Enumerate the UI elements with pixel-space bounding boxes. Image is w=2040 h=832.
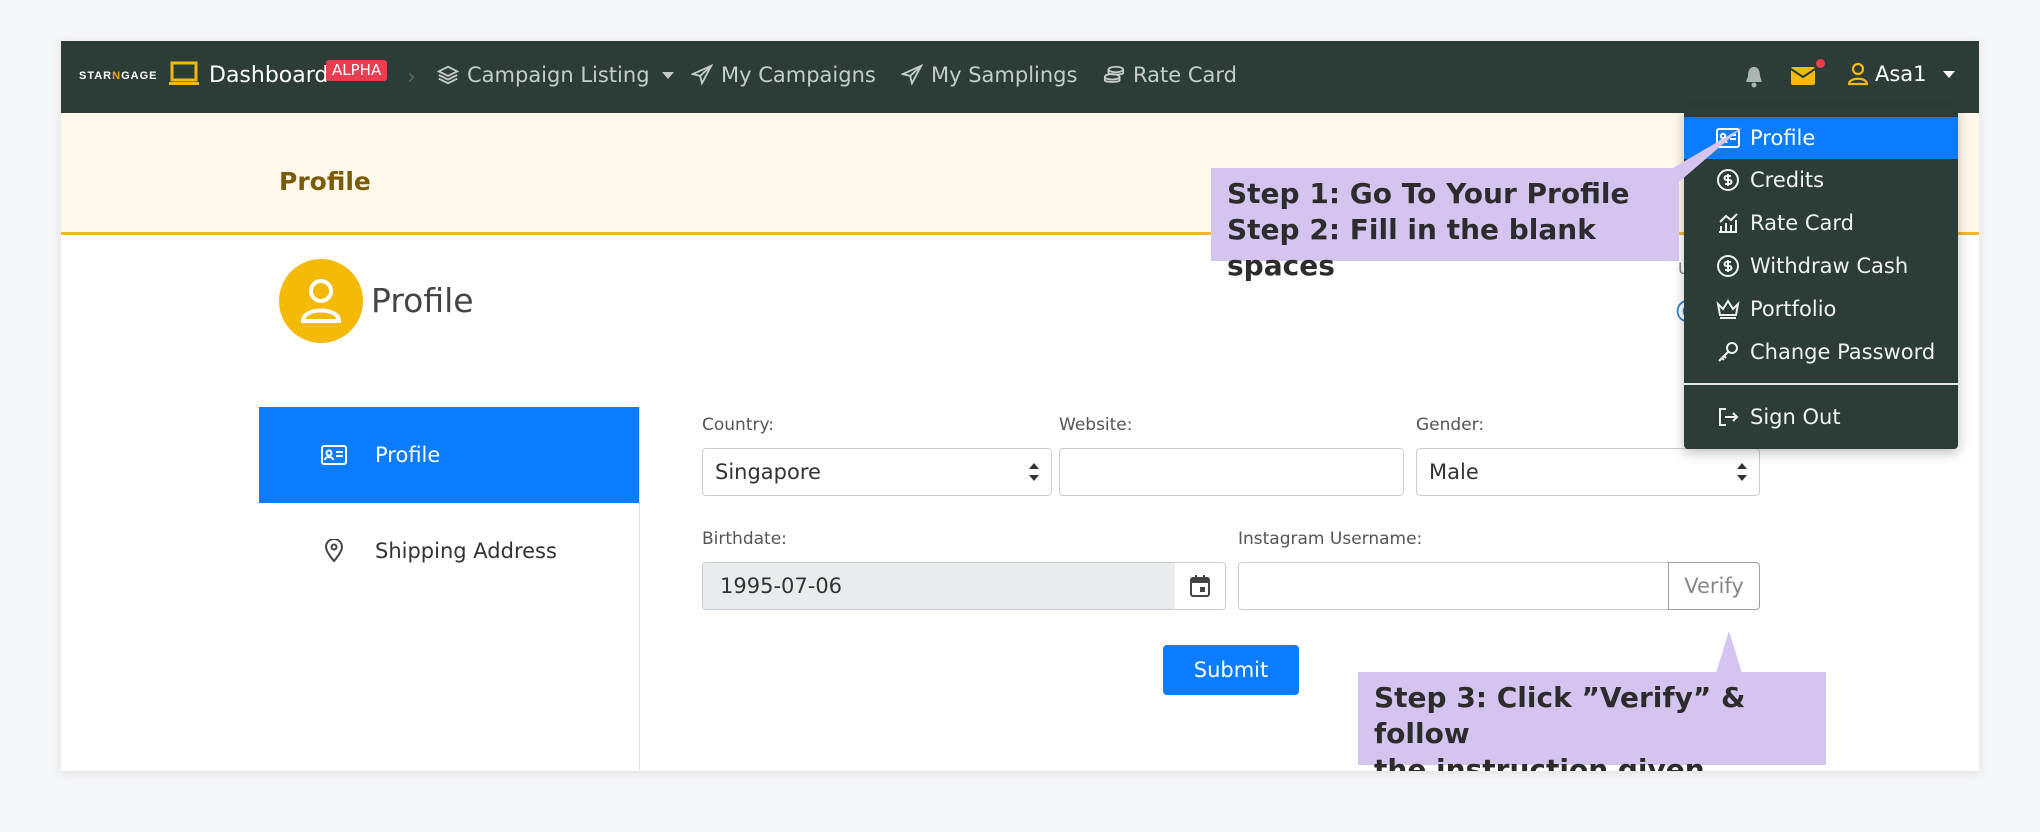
- nav-campaign-listing[interactable]: Campaign Listing: [437, 63, 674, 87]
- sign-out-icon: [1719, 408, 1739, 426]
- country-label: Country:: [702, 415, 775, 435]
- dropdown-divider: [1684, 383, 1958, 385]
- paper-plane-icon: [901, 64, 923, 86]
- nav-rate-card[interactable]: Rate Card: [1103, 63, 1237, 87]
- website-field[interactable]: [1059, 448, 1404, 496]
- user-icon: [1847, 62, 1869, 86]
- starngage-logo[interactable]: STARNGAGE: [79, 70, 158, 82]
- dropdown-item-change-password[interactable]: Change Password: [1684, 331, 1958, 373]
- birthdate-field[interactable]: 1995-07-06: [702, 562, 1176, 610]
- profile-heading: Profile: [371, 281, 474, 320]
- user-menu-toggle[interactable]: Asa1: [1847, 62, 1955, 86]
- app-window: STARNGAGE Dashboard ALPHA › Campaign Lis…: [61, 41, 1979, 771]
- instagram-label: Instagram Username:: [1238, 529, 1423, 549]
- dollar-circle-icon: [1717, 255, 1739, 277]
- callout-pointer: [1673, 127, 1743, 187]
- user-icon: [300, 279, 342, 323]
- id-card-icon: [321, 445, 347, 465]
- dropdown-item-withdraw-cash[interactable]: Withdraw Cash: [1684, 245, 1958, 287]
- profile-side-menu: Profile Shipping Address: [259, 407, 640, 771]
- laptop-icon: [169, 61, 199, 85]
- side-item-shipping-address[interactable]: Shipping Address: [259, 503, 639, 599]
- alpha-badge: ALPHA: [326, 60, 388, 81]
- mail-icon[interactable]: [1791, 67, 1815, 85]
- calendar-icon: [1190, 575, 1210, 597]
- calendar-button[interactable]: [1175, 562, 1226, 610]
- dropdown-item-sign-out[interactable]: Sign Out: [1684, 396, 1958, 438]
- top-navbar: STARNGAGE Dashboard ALPHA › Campaign Lis…: [61, 41, 1979, 113]
- layers-icon: [437, 65, 459, 85]
- side-item-profile[interactable]: Profile: [259, 407, 639, 503]
- key-icon: [1718, 342, 1738, 362]
- nav-my-campaigns[interactable]: My Campaigns: [691, 63, 876, 87]
- notification-dot: [1816, 59, 1825, 68]
- map-pin-icon: [324, 539, 344, 563]
- website-label: Website:: [1059, 415, 1133, 435]
- nav-separator: ›: [407, 65, 416, 90]
- paper-plane-icon: [691, 64, 713, 86]
- submit-button[interactable]: Submit: [1163, 645, 1299, 695]
- chart-icon: [1719, 213, 1738, 233]
- birthdate-label: Birthdate:: [702, 529, 787, 549]
- avatar: [279, 259, 363, 343]
- instagram-username-field[interactable]: [1238, 562, 1669, 610]
- callout-pointer: [1716, 631, 1742, 673]
- dashboard-link[interactable]: Dashboard: [209, 63, 328, 88]
- crown-icon: [1716, 299, 1740, 319]
- tutorial-callout-step3: Step 3: Click ”Verify” & follow the inst…: [1358, 672, 1826, 771]
- verify-button[interactable]: Verify: [1668, 562, 1760, 610]
- chevron-down-icon: [661, 71, 674, 79]
- gender-select[interactable]: Male: [1416, 448, 1760, 496]
- page-title: Profile: [279, 167, 371, 196]
- bell-icon[interactable]: [1743, 65, 1765, 89]
- dropdown-item-rate-card[interactable]: Rate Card: [1684, 202, 1958, 244]
- coins-icon: [1103, 65, 1125, 83]
- nav-my-samplings[interactable]: My Samplings: [901, 63, 1077, 87]
- dropdown-item-portfolio[interactable]: Portfolio: [1684, 288, 1958, 330]
- country-select[interactable]: Singapore: [702, 448, 1052, 496]
- chevron-down-icon: [1942, 70, 1955, 78]
- gender-label: Gender:: [1416, 415, 1485, 435]
- tutorial-callout-step1-2: Step 1: Go To Your Profile Step 2: Fill …: [1211, 168, 1679, 282]
